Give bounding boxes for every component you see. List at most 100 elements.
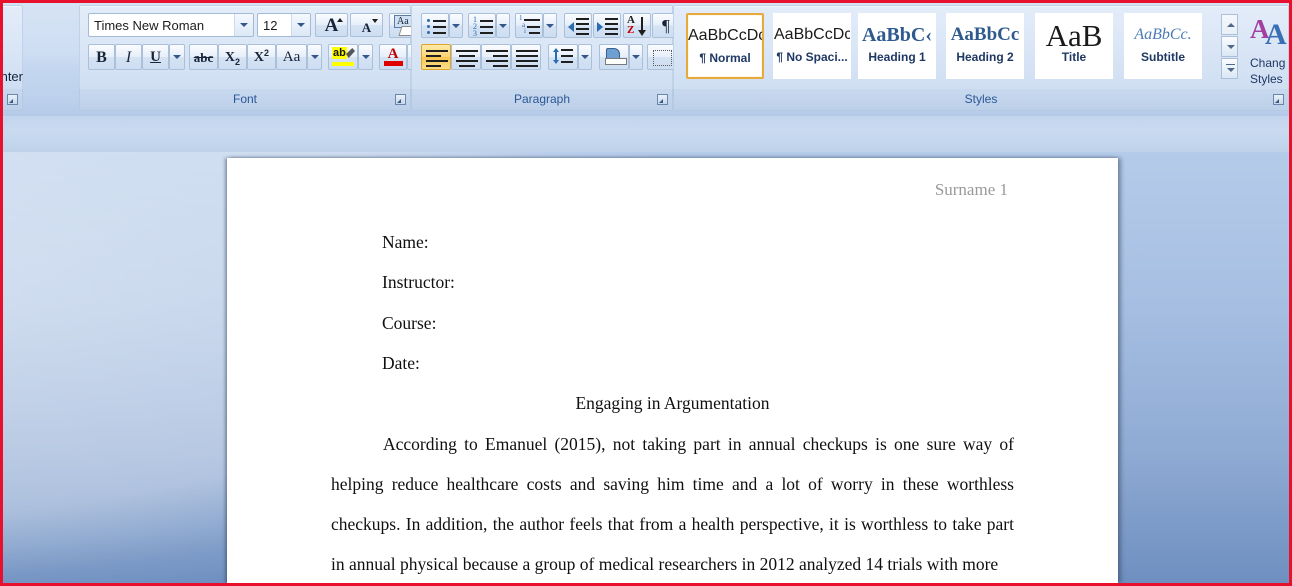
style-name-no-spacing: ¶ No Spaci... xyxy=(776,50,848,64)
font-group-label: Font xyxy=(232,92,257,106)
superscript-index: 2 xyxy=(264,48,270,58)
sort-button[interactable]: A Z xyxy=(623,13,651,38)
ribbon-group-styles: Styles AaBbCcDc ¶ Normal AaBbCcDc ¶ No S… xyxy=(673,5,1289,111)
superscript-button[interactable]: X2 xyxy=(247,44,276,70)
field-instructor[interactable]: Instructor: xyxy=(382,272,455,293)
multilevel-list-button[interactable]: 1 a i xyxy=(515,13,543,38)
font-name-combo[interactable]: Times New Roman xyxy=(88,13,254,37)
style-item-heading-1[interactable]: AaBbC‹ Heading 1 xyxy=(858,13,936,79)
shrink-font-button[interactable]: A xyxy=(350,13,383,37)
style-sample-heading-2: AaBbCc xyxy=(950,24,1020,45)
field-date[interactable]: Date: xyxy=(382,353,420,374)
ruler-strip[interactable] xyxy=(3,116,1289,153)
clipboard-group-footer xyxy=(3,89,23,111)
style-item-title[interactable]: AaB Title xyxy=(1035,13,1113,79)
multilevel-list-dropdown[interactable] xyxy=(543,13,557,38)
subscript-index: 2 xyxy=(235,57,241,67)
style-item-normal[interactable]: AaBbCcDc ¶ Normal xyxy=(686,13,764,79)
change-styles-label-line2: Styles xyxy=(1250,72,1283,86)
align-center-button[interactable] xyxy=(451,44,481,70)
align-left-button[interactable] xyxy=(421,44,451,70)
word-window: at Painter Font Times New Roman 12 A xyxy=(0,0,1292,586)
style-name-subtitle: Subtitle xyxy=(1141,50,1185,64)
style-sample-title: AaB xyxy=(1045,20,1103,50)
decrease-indent-button[interactable] xyxy=(564,13,592,38)
text-highlight-button[interactable]: ab xyxy=(328,44,358,70)
font-name-chevron-down-icon[interactable] xyxy=(234,14,253,36)
numbering-dropdown[interactable] xyxy=(496,13,510,38)
document-body-paragraph[interactable]: According to Emanuel (2015), not taking … xyxy=(331,424,1014,583)
font-color-button[interactable]: A xyxy=(379,44,407,70)
style-name-heading-2: Heading 2 xyxy=(956,50,1014,64)
change-case-button[interactable]: Aa xyxy=(276,44,307,70)
line-spacing-button[interactable] xyxy=(548,44,578,70)
font-color-swatch xyxy=(384,61,403,66)
subscript-icon: X xyxy=(224,50,236,65)
styles-group-label: Styles xyxy=(964,92,998,106)
strikethrough-button[interactable]: abc xyxy=(189,44,218,70)
paragraph-dialog-launcher-icon[interactable] xyxy=(656,93,668,105)
ribbon-group-paragraph: Paragraph 1 2 3 1 a i A Z ¶ xyxy=(411,5,689,111)
bold-button[interactable]: B xyxy=(88,44,115,70)
bullets-dropdown[interactable] xyxy=(449,13,463,38)
font-dialog-launcher-icon[interactable] xyxy=(394,93,406,105)
clipboard-dialog-launcher-icon[interactable] xyxy=(6,93,18,105)
style-item-subtitle[interactable]: AaBbCc. Subtitle xyxy=(1124,13,1202,79)
ribbon: at Painter Font Times New Roman 12 A xyxy=(3,3,1289,117)
borders-button[interactable] xyxy=(647,44,675,70)
change-styles-label-line1: Chang xyxy=(1250,56,1286,70)
style-sample-subtitle: AaBbCc. xyxy=(1134,26,1192,43)
bullets-button[interactable] xyxy=(421,13,449,38)
style-item-heading-2[interactable]: AaBbCc Heading 2 xyxy=(946,13,1024,79)
grow-font-up-arrow-icon xyxy=(337,18,343,22)
numbering-button[interactable]: 1 2 3 xyxy=(468,13,496,38)
highlighter-pen-icon xyxy=(346,48,355,58)
align-right-button[interactable] xyxy=(481,44,511,70)
change-styles-icon-secondary: A xyxy=(1265,18,1287,51)
styles-scroll-up-button[interactable] xyxy=(1221,14,1238,35)
italic-button[interactable]: I xyxy=(115,44,142,70)
style-sample-normal: AaBbCcDc xyxy=(688,27,762,44)
style-sample-heading-1: AaBbC‹ xyxy=(861,24,932,46)
shading-dropdown[interactable] xyxy=(629,44,643,70)
document-workspace: Surname 1 Name: Instructor: Course: Date… xyxy=(3,152,1289,583)
font-size-combo[interactable]: 12 xyxy=(257,13,311,37)
paragraph-group-label: Paragraph xyxy=(513,92,571,106)
styles-group-footer: Styles xyxy=(673,89,1289,111)
styles-dialog-launcher-icon[interactable] xyxy=(1272,93,1284,105)
field-name[interactable]: Name: xyxy=(382,232,429,253)
italic-icon: I xyxy=(125,49,132,66)
grow-font-button[interactable]: A xyxy=(315,13,348,37)
style-name-title: Title xyxy=(1061,50,1087,64)
superscript-icon: X xyxy=(253,50,265,65)
highlight-dropdown[interactable] xyxy=(358,44,373,70)
shading-button[interactable] xyxy=(599,44,629,70)
underline-dropdown[interactable] xyxy=(169,44,185,70)
ribbon-group-font: Font Times New Roman 12 A A Aa B I U abc… xyxy=(79,5,422,111)
styles-more-button[interactable] xyxy=(1221,58,1238,79)
bold-icon: B xyxy=(96,49,107,66)
line-spacing-dropdown[interactable] xyxy=(578,44,592,70)
font-name-value: Times New Roman xyxy=(94,18,205,33)
style-sample-no-spacing: AaBbCcDc xyxy=(774,26,850,43)
change-case-dropdown[interactable] xyxy=(307,44,322,70)
shrink-font-icon: A xyxy=(361,20,372,35)
font-size-chevron-down-icon[interactable] xyxy=(291,14,310,36)
styles-scroll-down-button[interactable] xyxy=(1221,36,1238,57)
subscript-button[interactable]: X2 xyxy=(218,44,247,70)
style-item-no-spacing[interactable]: AaBbCcDc ¶ No Spaci... xyxy=(773,13,851,79)
change-styles-button[interactable]: A A Chang Styles xyxy=(1247,11,1289,86)
paragraph-group-footer: Paragraph xyxy=(411,89,673,111)
document-page[interactable]: Surname 1 Name: Instructor: Course: Date… xyxy=(227,158,1118,583)
change-case-icon: Aa xyxy=(282,49,301,65)
document-title[interactable]: Engaging in Argumentation xyxy=(227,393,1118,414)
justify-button[interactable] xyxy=(511,44,541,70)
page-header-surname[interactable]: Surname 1 xyxy=(935,180,1008,200)
font-group-footer: Font xyxy=(79,89,411,111)
field-course[interactable]: Course: xyxy=(382,313,436,334)
highlight-color-swatch xyxy=(332,62,354,66)
increase-indent-button[interactable] xyxy=(593,13,621,38)
strikethrough-icon: abc xyxy=(193,50,214,65)
format-painter-button[interactable]: at Painter xyxy=(3,69,23,84)
underline-button[interactable]: U xyxy=(142,44,169,70)
